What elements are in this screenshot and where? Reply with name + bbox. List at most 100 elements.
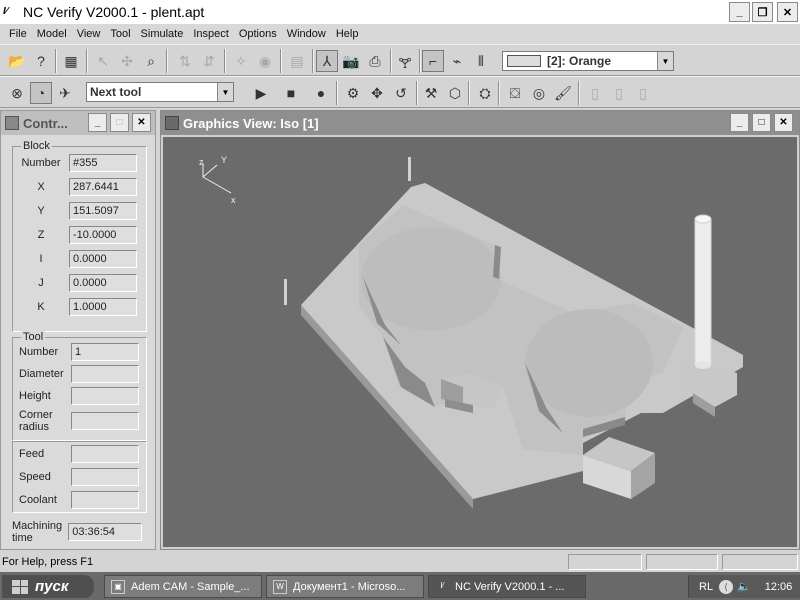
block-legend: Block <box>21 140 52 152</box>
cylinder-icon[interactable]: ▯ <box>608 82 630 104</box>
cylinder-icon[interactable]: ▯ <box>584 82 606 104</box>
control-panel-title-bar: Contr... _ □ ✕ <box>1 111 155 135</box>
menu-help[interactable]: Help <box>331 28 364 40</box>
tool-holder-icon[interactable]: 🝖 <box>394 50 416 72</box>
cutter-icon[interactable]: ⌐ <box>422 50 444 72</box>
graphics-view-title: Graphics View: Iso [1] <box>183 115 319 131</box>
control-panel-title: Contr... <box>23 115 68 131</box>
maximize-button[interactable]: □ <box>110 113 129 132</box>
minimize-button[interactable]: _ <box>730 113 749 132</box>
machining-label: Machining <box>12 520 63 532</box>
block-k-field: 1.0000 <box>69 298 137 316</box>
corner-label: Corner <box>19 409 53 421</box>
block-z-label: Z <box>37 229 45 241</box>
axes-icon[interactable]: ⅄ <box>316 50 338 72</box>
section-icon[interactable]: ⬡ <box>444 82 466 104</box>
close-button[interactable]: ✕ <box>774 113 793 132</box>
minimize-button[interactable]: _ <box>88 113 107 132</box>
chevron-down-icon[interactable]: ▼ <box>217 83 233 101</box>
minimize-button[interactable]: _ <box>729 2 750 22</box>
block-i-field: 0.0000 <box>69 250 137 268</box>
move-icon[interactable]: ✥ <box>366 82 388 104</box>
color-select[interactable]: [2]: Orange ▼ <box>502 51 674 71</box>
time-label: time <box>12 532 33 544</box>
fly-icon[interactable]: ✈ <box>54 82 76 104</box>
box-icon[interactable]: ⛋ <box>504 82 526 104</box>
menu-model[interactable]: Model <box>32 28 72 40</box>
menu-file[interactable]: File <box>4 28 32 40</box>
radius-label: radius <box>19 421 49 433</box>
clock: 12:06 <box>764 580 793 593</box>
print-icon[interactable]: ⎙ <box>364 50 386 72</box>
menu-simulate[interactable]: Simulate <box>136 28 189 40</box>
main-toolbar: 📂 ? ▦ ↖ ✣ ⌕ ⇅ ⇵ ✧ ◉ ▤ ⅄ 📷 ⎙ 🝖 ⌐ ⌁ ⫴ [2]:… <box>0 44 800 76</box>
zoom-icon[interactable]: ⌕ <box>140 50 162 72</box>
menu-view[interactable]: View <box>72 28 106 40</box>
menu-tool[interactable]: Tool <box>105 28 135 40</box>
feed-label: Feed <box>19 448 45 460</box>
cutter-path-icon[interactable]: ⌁ <box>446 50 468 72</box>
stop-icon[interactable]: ■ <box>280 82 302 104</box>
select-icon[interactable]: ↖ <box>92 50 114 72</box>
graphics-view-icon <box>165 116 179 130</box>
machine-icon[interactable]: ⛭ <box>474 82 496 104</box>
x-axis-label: x <box>231 195 236 205</box>
menu-options[interactable]: Options <box>234 28 282 40</box>
play-icon[interactable]: ▶ <box>250 82 272 104</box>
fit-icon[interactable]: ◉ <box>254 50 276 72</box>
zoom-z-in-icon[interactable]: ⇅ <box>174 50 196 72</box>
stock-icon[interactable]: ⊗ <box>6 82 28 104</box>
system-tray: RL ⟨ 🔈 12:06 <box>688 575 800 598</box>
volume-icon[interactable]: 🔈 <box>737 580 751 593</box>
status-help-text: For Help, press F1 <box>2 556 94 568</box>
xyz-icon[interactable]: ▦ <box>60 50 82 72</box>
open-icon[interactable]: 📂 <box>6 50 28 72</box>
speed-label: Speed <box>19 471 51 483</box>
layers-icon[interactable]: ▤ <box>286 50 308 72</box>
part-icon[interactable]: ◔ <box>30 82 52 104</box>
speed-field <box>71 468 139 486</box>
marker-pin <box>408 157 411 181</box>
record-icon[interactable]: ● <box>310 82 332 104</box>
menu-inspect[interactable]: Inspect <box>188 28 233 40</box>
network-icon[interactable]: ⟨ <box>719 579 734 594</box>
taskbar-item-label: Документ1 - Microso... <box>293 580 406 593</box>
gouge-icon[interactable]: ⚙ <box>342 82 364 104</box>
maximize-button[interactable]: □ <box>752 113 771 132</box>
chevron-down-icon[interactable]: ▼ <box>657 52 673 70</box>
graphics-canvas[interactable]: z Y x <box>163 137 797 547</box>
brush-icon[interactable]: 🖌 <box>552 82 574 104</box>
center-icon[interactable]: ✧ <box>230 50 252 72</box>
compare-icon[interactable]: ⚒ <box>420 82 442 104</box>
ring-icon[interactable]: ◎ <box>528 82 550 104</box>
taskbar-item-word[interactable]: W Документ1 - Microso... <box>266 575 424 598</box>
zoom-z-out-icon[interactable]: ⇵ <box>198 50 220 72</box>
block-j-label: J <box>38 277 44 289</box>
rewind-icon[interactable]: ↺ <box>390 82 412 104</box>
start-button[interactable]: пуск <box>2 575 94 598</box>
pan-icon[interactable]: ✣ <box>116 50 138 72</box>
close-button[interactable]: ✕ <box>132 113 151 132</box>
menu-window[interactable]: Window <box>282 28 331 40</box>
next-select-value: Next tool <box>90 85 142 99</box>
y-axis-label: Y <box>221 155 227 165</box>
next-select[interactable]: Next tool ▼ <box>86 82 234 102</box>
multi-cutter-icon[interactable]: ⫴ <box>470 50 492 72</box>
color-select-value: [2]: Orange <box>547 54 612 68</box>
context-help-icon[interactable]: ? <box>30 50 52 72</box>
machining-time-label: Machining time <box>12 520 68 544</box>
taskbar-item-nc-verify[interactable]: I⁄ NC Verify V2000.1 - ... <box>428 575 586 598</box>
taskbar-item-adem-cam[interactable]: ▣ Adem CAM - Sample_... <box>104 575 262 598</box>
language-indicator[interactable]: RL <box>699 581 713 593</box>
maximize-button[interactable]: ❐ <box>752 2 773 22</box>
color-swatch <box>507 55 541 67</box>
tool-height-field <box>71 387 139 405</box>
cylinder-icon[interactable]: ▯ <box>632 82 654 104</box>
tool-number-label: Number <box>19 346 59 358</box>
control-panel: Contr... _ □ ✕ Block Number #355 X 287.644… <box>0 110 156 550</box>
taskbar-item-label: Adem CAM - Sample_... <box>131 580 250 593</box>
close-button[interactable]: ✕ <box>777 2 798 22</box>
camera-icon[interactable]: 📷 <box>340 50 362 72</box>
marker-pin <box>284 279 287 305</box>
feed-field <box>71 445 139 463</box>
